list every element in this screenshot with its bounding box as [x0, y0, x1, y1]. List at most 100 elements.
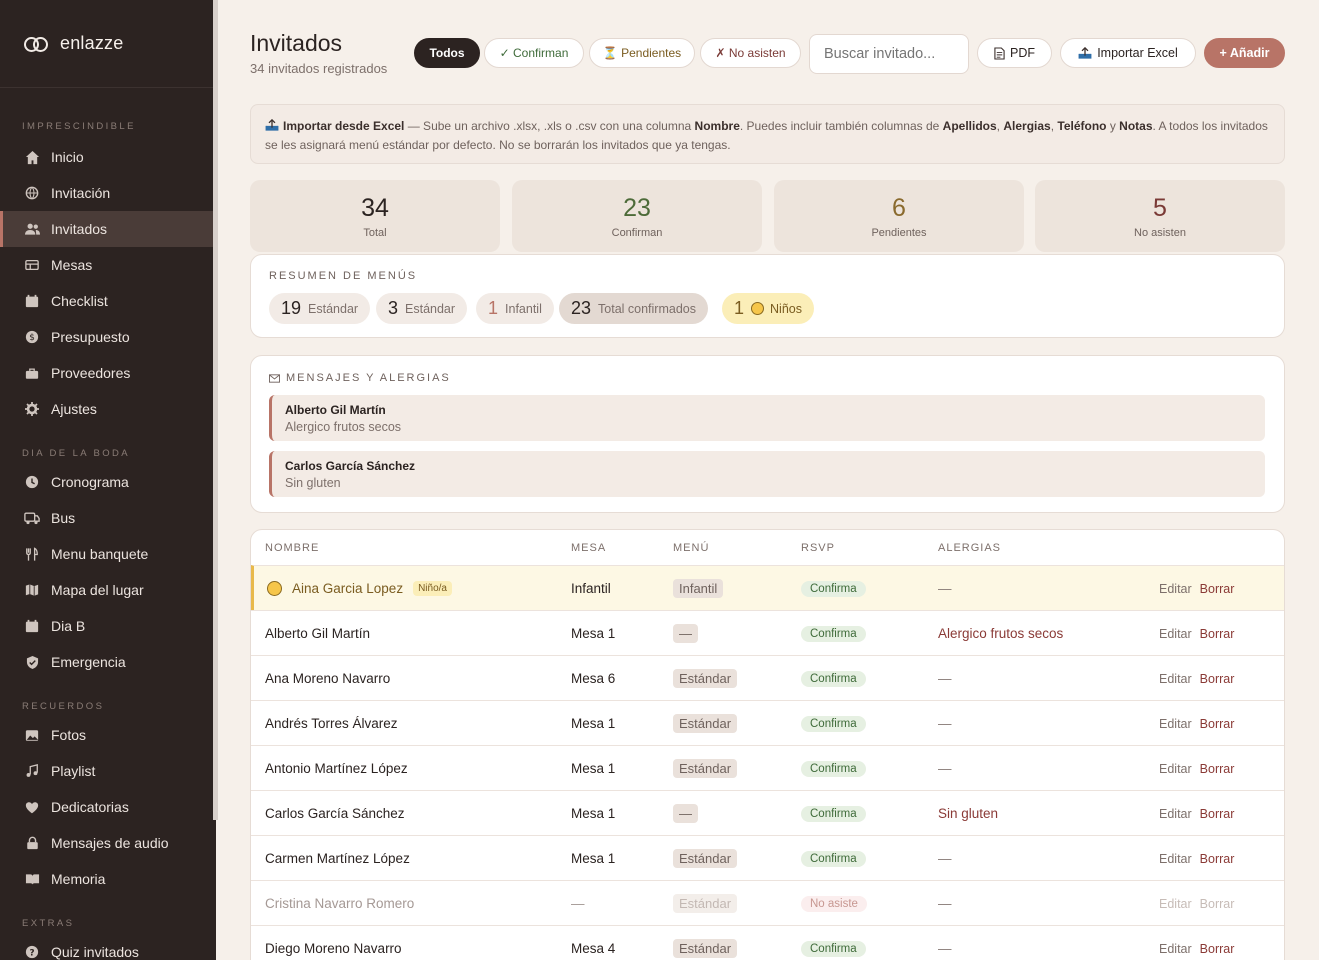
edit-button[interactable]: Editar	[1159, 942, 1192, 956]
delete-button[interactable]: Borrar	[1200, 942, 1235, 956]
guest-name[interactable]: Alberto Gil Martín	[265, 626, 370, 641]
sidebar-item-emergencia[interactable]: Emergencia	[0, 644, 216, 680]
delete-button[interactable]: Borrar	[1200, 627, 1235, 641]
rsvp-badge: Confirma	[801, 670, 866, 687]
sidebar-item-dia-b[interactable]: Dia B	[0, 608, 216, 644]
edit-button[interactable]: Editar	[1159, 852, 1192, 866]
sidebar-item-memoria[interactable]: Memoria	[0, 861, 216, 897]
sidebar-item-inicio[interactable]: Inicio	[0, 139, 216, 175]
sidebar-item-label: Presupuesto	[51, 329, 130, 345]
cutlery-icon	[24, 546, 40, 562]
sidebar-item-ajustes[interactable]: Ajustes	[0, 391, 216, 427]
menu-summary-title: RESUMEN DE MENÚS	[269, 270, 418, 282]
rsvp-badge: Confirma	[801, 580, 866, 597]
stat-confirman: 23 Confirman	[512, 180, 762, 252]
column-header-mesa[interactable]: MESA	[571, 542, 606, 554]
column-header-rsvp[interactable]: RSVP	[801, 542, 835, 554]
import-info-text: . Puedes incluir también columnas de	[739, 119, 943, 133]
edit-button[interactable]: Editar	[1159, 762, 1192, 776]
sidebar-item-mesas[interactable]: Mesas	[0, 247, 216, 283]
search-input[interactable]	[809, 34, 969, 74]
sidebar-item-mapa-del-lugar[interactable]: Mapa del lugar	[0, 572, 216, 608]
sidebar-item-quiz-invitados[interactable]: ? Quiz invitados	[0, 934, 216, 960]
guest-name[interactable]: Aina Garcia Lopez	[292, 581, 403, 596]
delete-button[interactable]: Borrar	[1200, 717, 1235, 731]
sidebar-item-dedicatorias[interactable]: Dedicatorias	[0, 789, 216, 825]
table-row[interactable]: Andrés Torres Álvarez Mesa 1 Estándar Confi…	[251, 700, 1284, 745]
delete-button[interactable]: Borrar	[1200, 672, 1235, 686]
guest-name[interactable]: Antonio Martínez López	[265, 761, 408, 776]
menu-pill: 1 Infantil	[476, 293, 554, 324]
sidebar-item-checklist[interactable]: Checklist	[0, 283, 216, 319]
sidebar-item-bus[interactable]: Bus	[0, 500, 216, 536]
upload-tray-icon	[1078, 47, 1092, 59]
filter-no-asisten-button[interactable]: ✗ No asisten	[700, 38, 801, 68]
import-excel-button[interactable]: Importar Excel	[1060, 38, 1196, 68]
stat-no-asisten: 5 No asisten	[1035, 180, 1285, 252]
heart-icon	[24, 799, 40, 815]
menu-pill-count: 19	[281, 298, 302, 318]
sidebar-item-proveedores[interactable]: Proveedores	[0, 355, 216, 391]
sidebar-item-label: Quiz invitados	[51, 944, 139, 960]
guest-name[interactable]: Carlos García Sánchez	[265, 806, 405, 821]
table-row[interactable]: Alberto Gil Martín Mesa 1 — Confirma Alergic…	[251, 610, 1284, 655]
sidebar-item-label: Invitados	[51, 221, 108, 237]
table-row[interactable]: Cristina Navarro Romero — Estándar No asist…	[251, 880, 1284, 925]
table-row[interactable]: Diego Moreno Navarro Mesa 4 Estándar Confir…	[251, 925, 1284, 960]
column-header-menu[interactable]: MENÚ	[673, 542, 709, 554]
guest-name[interactable]: Ana Moreno Navarro	[265, 671, 390, 686]
table-row[interactable]: Carmen Martínez López Mesa 1 Estándar Confi…	[251, 835, 1284, 880]
alergia-cell: —	[938, 671, 952, 686]
delete-button[interactable]: Borrar	[1200, 897, 1235, 911]
alergia-cell: —	[938, 761, 952, 776]
sidebar-item-cronograma[interactable]: Cronograma	[0, 464, 216, 500]
pdf-button[interactable]: PDF	[977, 38, 1052, 68]
delete-button[interactable]: Borrar	[1200, 852, 1235, 866]
alergia-cell: Alergico frutos secos	[938, 626, 1064, 641]
table-row[interactable]: Ana Moreno Navarro Mesa 6 Estándar Confirma…	[251, 655, 1284, 700]
guest-name[interactable]: Cristina Navarro Romero	[265, 896, 414, 911]
image-icon	[24, 727, 40, 743]
guest-name[interactable]: Carmen Martínez López	[265, 851, 410, 866]
table-row[interactable]: Carlos García Sánchez Mesa 1 — Confirma Sin …	[251, 790, 1284, 835]
calendar-icon	[24, 618, 40, 634]
alergia-cell: —	[938, 581, 952, 596]
table-row[interactable]: Antonio Martínez López Mesa 1 Estándar Conf…	[251, 745, 1284, 790]
edit-button[interactable]: Editar	[1159, 582, 1192, 596]
edit-button[interactable]: Editar	[1159, 897, 1192, 911]
edit-button[interactable]: Editar	[1159, 717, 1192, 731]
sidebar-item-label: Inicio	[51, 149, 84, 165]
sidebar-item-mensajes-de-audio[interactable]: Mensajes de audio	[0, 825, 216, 861]
delete-button[interactable]: Borrar	[1200, 807, 1235, 821]
menu-pill-label: Total confirmados	[598, 301, 696, 316]
delete-button[interactable]: Borrar	[1200, 582, 1235, 596]
guest-name[interactable]: Diego Moreno Navarro	[265, 941, 402, 956]
sidebar-item-fotos[interactable]: Fotos	[0, 717, 216, 753]
sidebar-item-invitados[interactable]: Invitados	[0, 211, 216, 247]
edit-button[interactable]: Editar	[1159, 627, 1192, 641]
filter-confirman-button[interactable]: ✓ Confirman	[484, 38, 584, 68]
sidebar-item-invitacion[interactable]: Invitación	[0, 175, 216, 211]
mesa-cell: Mesa 6	[571, 671, 616, 686]
import-info-col: Nombre	[694, 119, 740, 133]
add-guest-button[interactable]: + Añadir	[1204, 38, 1285, 68]
edit-button[interactable]: Editar	[1159, 807, 1192, 821]
delete-button[interactable]: Borrar	[1200, 762, 1235, 776]
sidebar-scrollbar[interactable]	[213, 0, 218, 820]
page-header: Invitados 34 invitados registrados Todos…	[250, 30, 1285, 80]
clock-icon	[24, 474, 40, 490]
filter-todos-button[interactable]: Todos	[414, 38, 480, 68]
column-header-alergias[interactable]: ALERGIAS	[938, 542, 1001, 554]
sidebar-item-menu-banquete[interactable]: Menu banquete	[0, 536, 216, 572]
menu-tag: Estándar	[673, 894, 738, 913]
guest-name-cell: Ana Moreno Navarro	[265, 656, 390, 701]
column-header-nombre[interactable]: NOMBRE	[265, 542, 319, 554]
menu-pill-label: Infantil	[505, 301, 542, 316]
guest-name[interactable]: Andrés Torres Álvarez	[265, 716, 398, 731]
table-row[interactable]: Aina Garcia Lopez Niño/a Infantil Infantil C…	[251, 565, 1284, 610]
sidebar-item-playlist[interactable]: Playlist	[0, 753, 216, 789]
brand[interactable]: enlazze	[0, 0, 216, 88]
filter-pendientes-button[interactable]: ⏳ Pendientes	[589, 38, 695, 68]
sidebar-item-presupuesto[interactable]: $ Presupuesto	[0, 319, 216, 355]
edit-button[interactable]: Editar	[1159, 672, 1192, 686]
